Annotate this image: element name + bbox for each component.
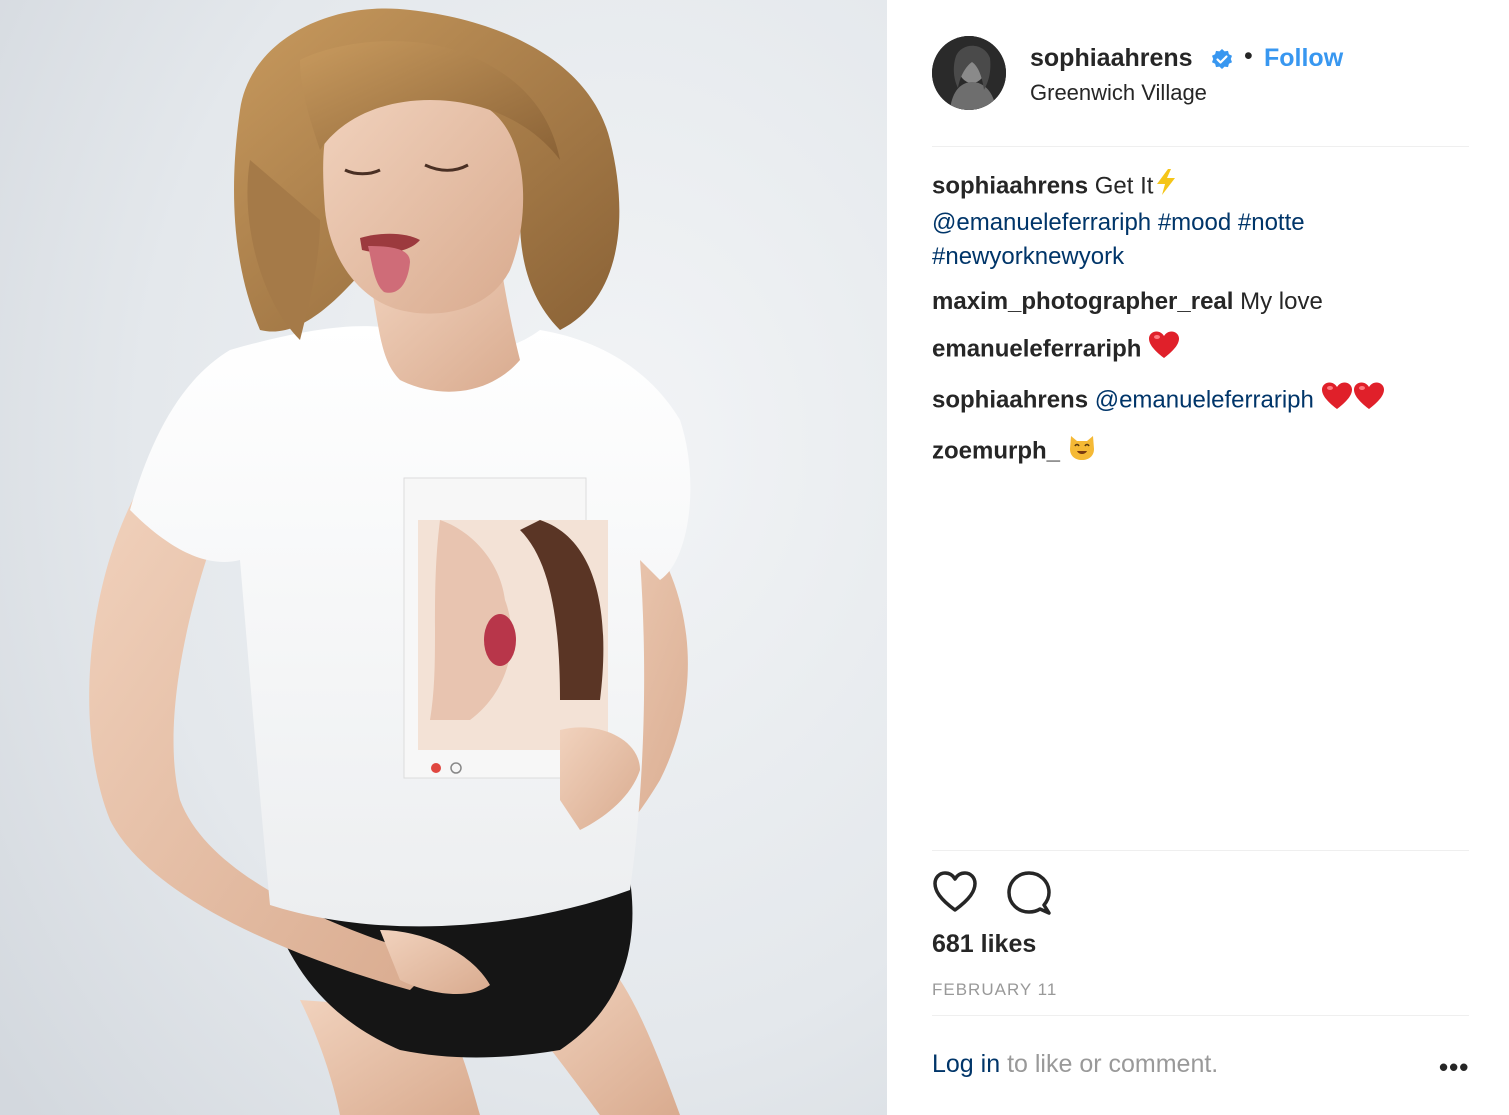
red-heart-emoji-icon xyxy=(1353,381,1385,421)
login-prompt: Log in to like or comment. xyxy=(932,1050,1218,1079)
heart-outline-icon[interactable] xyxy=(932,870,978,919)
more-options-icon[interactable]: ••• xyxy=(1439,1052,1469,1083)
caption-mention[interactable]: @emanueleferrariph xyxy=(932,209,1151,236)
red-heart-emoji-icon xyxy=(1148,330,1180,370)
post-details-panel: sophiaahrens • Follow Greenwich Village … xyxy=(887,0,1509,1115)
login-suffix: to like or comment. xyxy=(1000,1050,1219,1078)
verified-badge-icon xyxy=(1210,48,1234,72)
actions-divider xyxy=(932,850,1469,851)
avatar[interactable] xyxy=(932,36,1006,110)
like-count[interactable]: 681 likes xyxy=(932,930,1036,959)
hashtag-link[interactable]: #newyorknewyork xyxy=(932,243,1124,270)
comment-item: zoemurph_ xyxy=(932,432,1472,472)
comment-username[interactable]: zoemurph_ xyxy=(932,437,1060,464)
hashtag-link[interactable]: #notte xyxy=(1238,209,1305,236)
comment-bubble-icon[interactable] xyxy=(1006,870,1052,921)
post-photo[interactable] xyxy=(0,0,887,1115)
comment-username[interactable]: sophiaahrens xyxy=(932,386,1088,413)
cat-emoji-icon xyxy=(1067,432,1097,472)
caption-text: Get It xyxy=(1094,172,1154,200)
red-heart-emoji-icon xyxy=(1321,381,1353,421)
caption-username[interactable]: sophiaahrens xyxy=(932,172,1088,199)
comment-item: sophiaahrens @emanueleferrariph xyxy=(932,381,1472,421)
comment-item: emanueleferrariph xyxy=(932,330,1472,370)
login-link[interactable]: Log in xyxy=(932,1050,1000,1078)
comment-text: My love xyxy=(1240,288,1323,315)
comment-mention[interactable]: @emanueleferrariph xyxy=(1095,386,1314,413)
hashtag-link[interactable]: #mood xyxy=(1158,209,1231,236)
caption: sophiaahrens Get It @emanueleferrariph #… xyxy=(932,168,1472,274)
comment-username[interactable]: maxim_photographer_real xyxy=(932,288,1233,315)
header-divider xyxy=(932,146,1469,147)
location-link[interactable]: Greenwich Village xyxy=(1030,80,1207,106)
post-header: sophiaahrens • Follow Greenwich Village xyxy=(932,36,1472,116)
footer-divider xyxy=(932,1015,1469,1016)
post-image xyxy=(0,0,887,1115)
header-separator: • xyxy=(1244,42,1253,70)
lightning-emoji-icon xyxy=(1153,168,1179,206)
header-username[interactable]: sophiaahrens xyxy=(1030,44,1193,73)
comment-username[interactable]: emanueleferrariph xyxy=(932,335,1141,362)
comment-item: maxim_photographer_real My love xyxy=(932,285,1472,319)
follow-button[interactable]: Follow xyxy=(1264,44,1343,73)
post-date[interactable]: FEBRUARY 11 xyxy=(932,980,1057,1000)
comments-list: sophiaahrens Get It @emanueleferrariph #… xyxy=(932,168,1472,483)
